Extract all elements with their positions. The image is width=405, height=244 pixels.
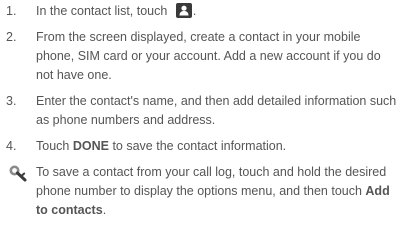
step-text-end: to save the contact information. [112, 139, 287, 153]
step-text: Touch [36, 139, 70, 153]
steps-list: 1. In the contact list, touch . 2. From … [6, 2, 401, 156]
step-text-end: . [192, 4, 197, 18]
step-number: 4. [6, 139, 17, 153]
tip-icon [8, 164, 30, 182]
step-3: 3. Enter the contact's name, and then ad… [6, 92, 401, 130]
step-number: 3. [6, 94, 17, 108]
done-label: DONE [72, 139, 109, 153]
tip-note: To save a contact from your call log, to… [6, 163, 401, 220]
instruction-page: 1. In the contact list, touch . 2. From … [0, 0, 405, 244]
note-text-end: . [102, 203, 107, 217]
step-number: 1. [6, 4, 17, 18]
step-text: In the contact list, touch [36, 4, 168, 18]
note-text: To save a contact from your call log, to… [36, 165, 387, 198]
step-number: 2. [6, 30, 17, 44]
step-text: Enter the contact's name, and then add d… [36, 94, 397, 127]
add-contact-icon [175, 3, 192, 18]
step-text: From the screen displayed, create a cont… [36, 30, 381, 82]
step-2: 2. From the screen displayed, create a c… [6, 28, 401, 85]
step-4: 4. Touch DONE to save the contact inform… [6, 137, 401, 156]
step-1: 1. In the contact list, touch . [6, 2, 401, 21]
